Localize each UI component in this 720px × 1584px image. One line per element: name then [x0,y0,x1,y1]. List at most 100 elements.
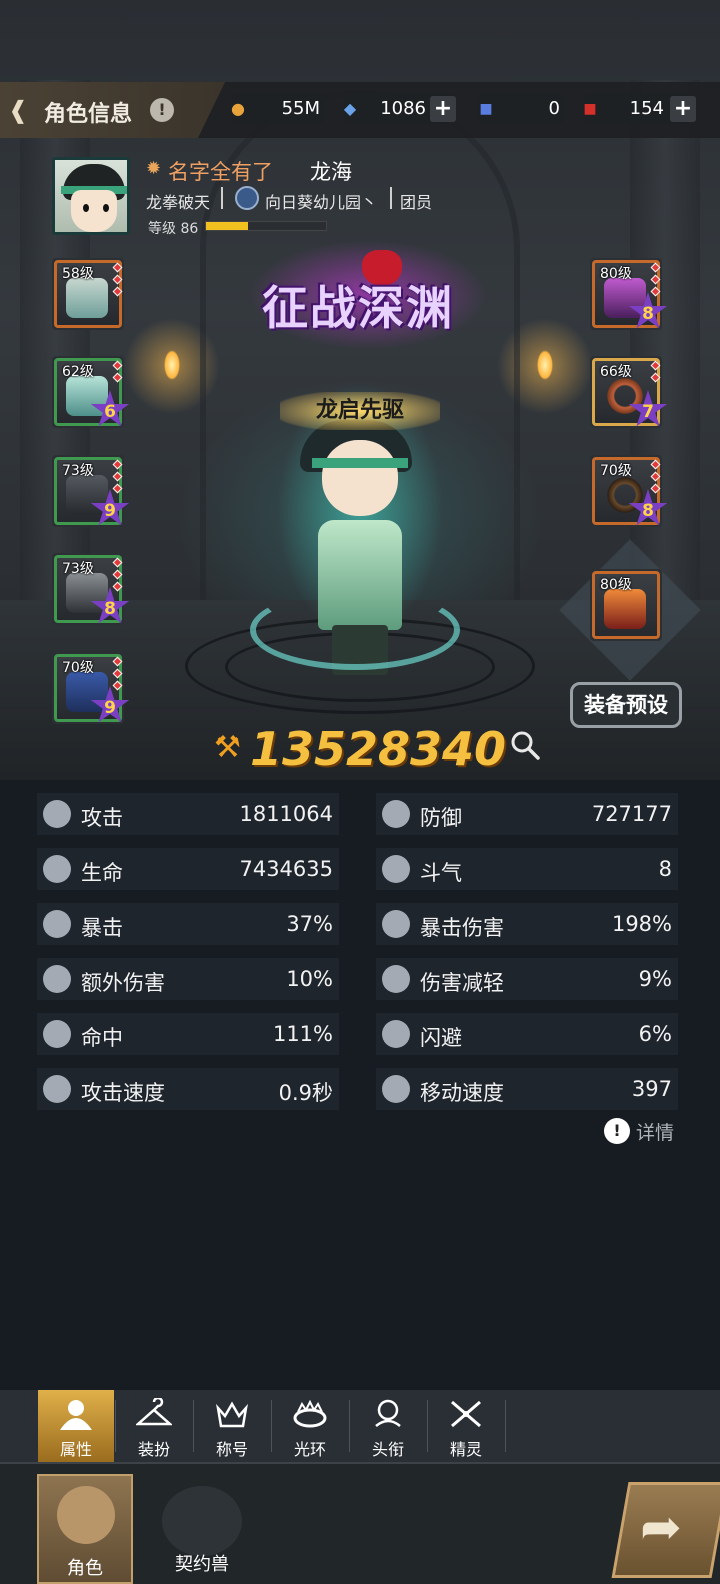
equip-slot-chest[interactable]: 62级 6 [52,356,130,428]
equip-level: 66级 [600,364,632,380]
skull-emblem-icon [375,1399,401,1427]
stat-icon [43,910,71,938]
tab-attributes[interactable]: 属性 [38,1390,114,1462]
stat-icon [43,965,71,993]
stat-value: 8 [658,857,672,881]
stat-label: 暴击 [81,916,123,940]
character-name: 名字全有了 [168,160,273,184]
stat-icon [43,1020,71,1048]
guild-role: 团员 [400,193,433,212]
stat-icon [382,1020,410,1048]
stat-icon [382,1075,410,1103]
stat-label: 攻击速度 [81,1081,165,1105]
add-ticket-button[interactable]: + [670,96,696,122]
stat-row: 闪避 6% [376,1013,678,1055]
stat-value: 9% [638,967,672,991]
search-icon[interactable] [510,730,540,760]
tab-spirit[interactable]: 精灵 [428,1390,504,1462]
energy-swirl [250,590,460,670]
stat-label: 生命 [81,861,123,885]
stat-value: 37% [286,912,333,936]
torch-left-icon [164,350,180,380]
add-crystal-button[interactable]: + [430,96,456,122]
info-icon[interactable]: ! [604,1118,630,1144]
stat-value: 727177 [591,802,672,826]
tab-title[interactable]: 称号 [194,1390,270,1462]
equip-level: 73级 [62,561,94,577]
stat-value: 111% [272,1022,333,1046]
equip-slot-special[interactable]: 80级 [590,569,662,641]
stat-row: 移动速度 397 [376,1068,678,1110]
stat-row: 暴击伤害 198% [376,903,678,945]
crown-icon [216,1401,248,1428]
equip-slot-gloves[interactable]: 73级 8 [52,553,130,625]
achievement-banner: 征战深渊 [262,281,454,335]
page-title: 角色信息 [44,102,133,127]
card-value: 0 [548,98,560,119]
equip-level: 70级 [600,463,632,479]
character-server-name: 龙海 [310,160,352,184]
card-icon: ■ [479,101,493,117]
stat-label: 命中 [81,1026,123,1050]
equip-slot-legs[interactable]: 73级 9 [52,455,130,527]
crystal-icon: ◆ [343,99,357,118]
stat-value: 397 [631,1077,672,1101]
stat-row: 额外伤害 10% [37,958,339,1000]
combat-power: 13528340 [250,722,507,776]
equip-slot-weapon[interactable]: 80级 8 [590,258,668,330]
nav-character[interactable]: 角色 [37,1474,133,1584]
stat-label: 额外伤害 [81,971,165,995]
stat-value: 7434635 [239,857,333,881]
hero-headband [312,458,408,468]
stat-icon [43,855,71,883]
gold-value: 55M [281,98,320,119]
halo-icon [293,1399,327,1428]
ticket-value: 154 [629,98,664,119]
stat-row: 防御 727177 [376,793,678,835]
equipment-preset-button[interactable]: 装备预设 [570,682,682,728]
equip-slot-necklace[interactable]: 66级 7 [590,356,668,428]
back-arrow-icon[interactable]: ❰ [8,96,28,124]
tab-label: 装扮 [137,1440,170,1459]
stat-value: 1811064 [239,802,333,826]
person-icon [60,1400,92,1430]
equip-slot-shoulder[interactable]: 58级 [52,258,124,330]
nav-label: 契约兽 [175,1554,229,1575]
tab-label: 精灵 [449,1440,482,1459]
level-progress-fill [206,222,248,230]
equip-level: 58级 [62,266,94,282]
hero-head [322,440,398,516]
stat-row: 暴击 37% [37,903,339,945]
stat-label: 闪避 [420,1026,462,1050]
stat-row: 生命 7434635 [37,848,339,890]
stat-value: 10% [286,967,333,991]
shoulder-armor-icon [66,278,108,318]
avatar[interactable] [52,157,130,235]
stat-icon [382,800,410,828]
details-link[interactable]: 详情 [636,1118,674,1145]
equip-level: 80级 [600,266,632,282]
stat-label: 防御 [420,806,462,830]
stat-row: 命中 111% [37,1013,339,1055]
paw-icon [162,1486,242,1556]
info-icon[interactable]: ! [150,98,174,122]
stat-label: 伤害减轻 [420,971,504,995]
guild-name[interactable]: 向日葵幼儿园丶 [265,189,377,213]
tab-aura[interactable]: 光环 [272,1390,348,1462]
equip-slot-cape[interactable]: 70级 9 [52,652,130,724]
tab-outfit[interactable]: 装扮 [116,1390,192,1462]
tab-rank[interactable]: 头衔 [350,1390,426,1462]
crystal-value: 1086 [380,98,426,119]
stat-label: 攻击 [81,806,123,830]
equip-level: 80级 [600,577,632,593]
equip-level: 73级 [62,463,94,479]
rank-emblem-icon: ✹ [146,158,162,179]
title-badge[interactable]: 龙启先驱 [280,392,440,430]
equip-slot-bracelet[interactable]: 70级 8 [590,455,668,527]
tab-label: 称号 [215,1440,248,1459]
tab-label: 光环 [293,1440,326,1459]
stat-row: 攻击 1811064 [37,793,339,835]
level-label: 等级 86 [148,221,199,237]
power-icon: ⚒ [214,730,241,765]
divider [221,187,223,209]
